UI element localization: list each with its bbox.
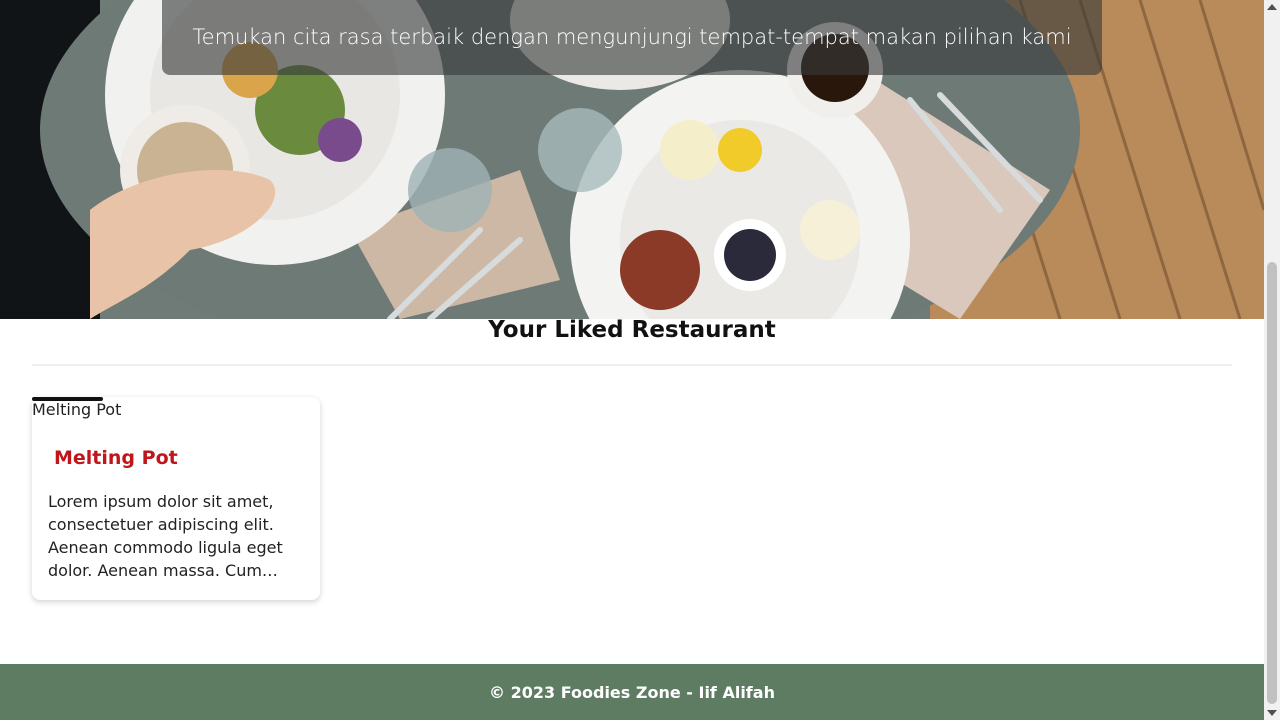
vertical-scrollbar[interactable]: [1264, 0, 1280, 720]
section-divider: [32, 364, 1232, 366]
restaurant-name-link[interactable]: Melting Pot: [54, 444, 178, 472]
scrollbar-thumb[interactable]: [1267, 262, 1277, 704]
restaurant-description: Lorem ipsum dolor sit amet, consectetuer…: [48, 492, 283, 580]
scroll-down-arrow-icon[interactable]: [1267, 710, 1277, 716]
hero-tagline: Temukan cita rasa terbaik dengan mengunj…: [192, 24, 1072, 49]
hero-banner: Temukan cita rasa terbaik dengan mengunj…: [0, 0, 1264, 319]
restaurant-image: Melting Pot: [32, 399, 121, 421]
footer-copyright: © 2023 Foodies Zone - Iif Alifah: [489, 682, 775, 702]
scroll-up-arrow-icon[interactable]: [1267, 4, 1277, 10]
page-footer: © 2023 Foodies Zone - Iif Alifah: [0, 664, 1264, 720]
hero-caption-box: Temukan cita rasa terbaik dengan mengunj…: [162, 0, 1102, 75]
restaurant-image-alt-text: Melting Pot: [32, 400, 122, 419]
liked-restaurant-heading: Your Liked Restaurant: [488, 317, 776, 343]
restaurant-card[interactable]: Melting Pot Melting Pot Lorem ipsum dolo…: [32, 397, 320, 600]
